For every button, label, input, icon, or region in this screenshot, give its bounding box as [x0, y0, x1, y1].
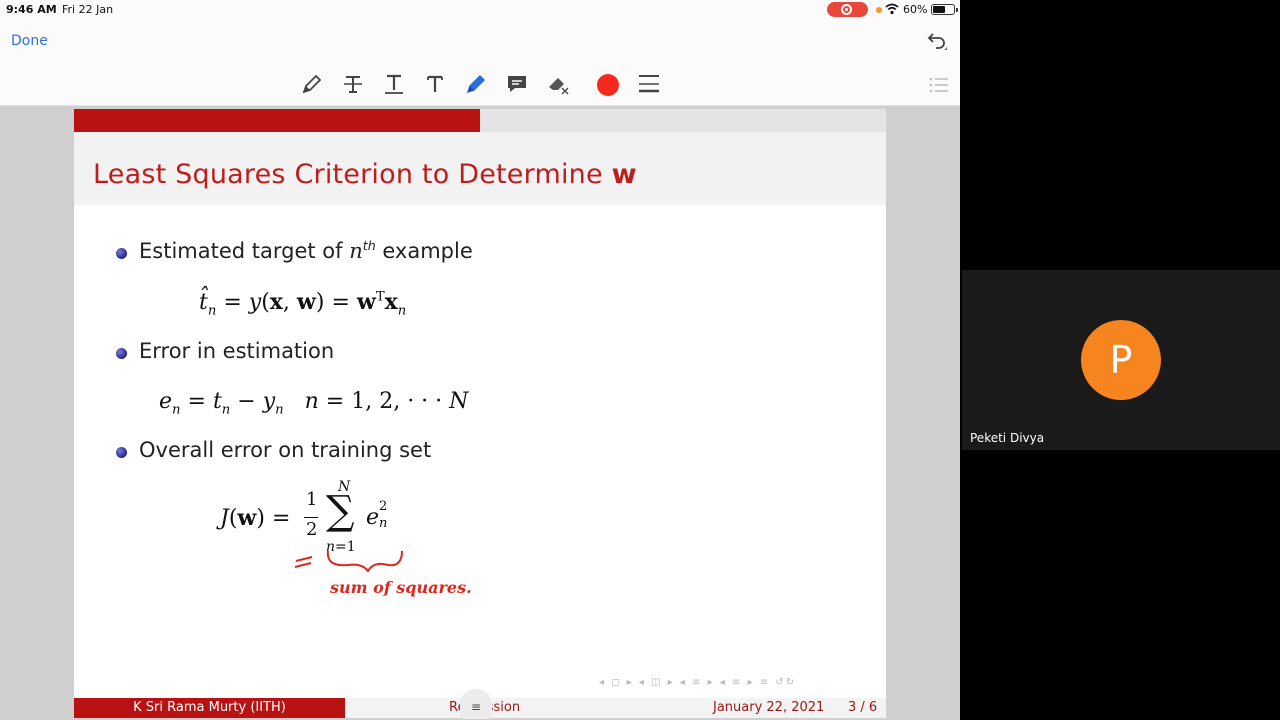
- slide-progress-track: [74, 109, 886, 132]
- ipad-screen: 9:46 AM Fri 22 Jan 60% Done Least Square…: [0, 0, 960, 720]
- slide-title: Least Squares Criterion to Determine w: [93, 159, 637, 190]
- annotation-toolbar: [0, 64, 960, 106]
- comment-icon[interactable]: [505, 72, 529, 98]
- screen-recording-icon[interactable]: [827, 2, 868, 17]
- bullet-icon: [116, 348, 127, 359]
- presentation-slide: Least Squares Criterion to Determine w E…: [74, 109, 886, 719]
- footer-page: 3 / 6: [848, 700, 878, 715]
- handwritten-text: sum of squares.: [329, 578, 472, 597]
- battery-icon: [931, 4, 958, 15]
- equation-error: en = tn − yn n = 1, 2, · · · N: [159, 389, 469, 418]
- text-icon[interactable]: [423, 72, 447, 98]
- mic-indicator-icon: [876, 7, 882, 13]
- underline-icon[interactable]: [382, 72, 406, 98]
- slide-title-band: Least Squares Criterion to Determine w: [74, 132, 886, 205]
- bullet-overall-error: Overall error on training set: [139, 438, 432, 462]
- bullet-icon: [116, 447, 127, 458]
- status-bar: 9:46 AM Fri 22 Jan 60%: [0, 0, 960, 20]
- pen-icon[interactable]: [300, 72, 324, 98]
- footer-info: Regression January 22, 2021 3 / 6: [345, 698, 886, 718]
- home-indicator-icon[interactable]: ≡: [460, 689, 492, 719]
- undo-icon[interactable]: [924, 30, 948, 54]
- handwritten-annotation: sum of squares.: [294, 550, 472, 597]
- strikethrough-icon[interactable]: [341, 72, 365, 98]
- wifi-icon: [885, 3, 899, 15]
- bullet-icon: [116, 248, 127, 259]
- footer-date: January 22, 2021: [713, 700, 825, 715]
- battery-percentage: 60%: [903, 3, 928, 16]
- line-width-icon[interactable]: [637, 72, 661, 98]
- participant-name: Peketi Divya: [970, 431, 1045, 445]
- participant-tile[interactable]: P Peketi Divya: [962, 270, 1280, 450]
- navigation-bar: Done: [0, 20, 960, 64]
- footer-author: K Sri Rama Murty (IITH): [74, 698, 345, 718]
- equation-estimate: t̂n = y(x, w) = wTxn: [199, 289, 407, 319]
- bullet-estimated-target: Estimated target of nth example: [139, 238, 473, 263]
- slide-progress-fill: [74, 109, 480, 132]
- highlighter-icon[interactable]: [464, 72, 488, 98]
- list-icon[interactable]: [928, 74, 950, 96]
- beamer-navigation-icons[interactable]: ◂ ◻ ▸ ◂ ◫ ▸ ◂ ≡ ▸ ◂ ≡ ▸ ≡ ↺↻: [599, 677, 884, 693]
- bullet-error: Error in estimation: [139, 339, 335, 363]
- status-time: 9:46 AM: [6, 3, 57, 16]
- color-swatch[interactable]: [597, 74, 619, 96]
- done-button[interactable]: Done: [11, 33, 48, 49]
- avatar: P: [1081, 320, 1161, 400]
- status-date: Fri 22 Jan: [62, 3, 114, 16]
- eraser-icon[interactable]: [546, 72, 570, 98]
